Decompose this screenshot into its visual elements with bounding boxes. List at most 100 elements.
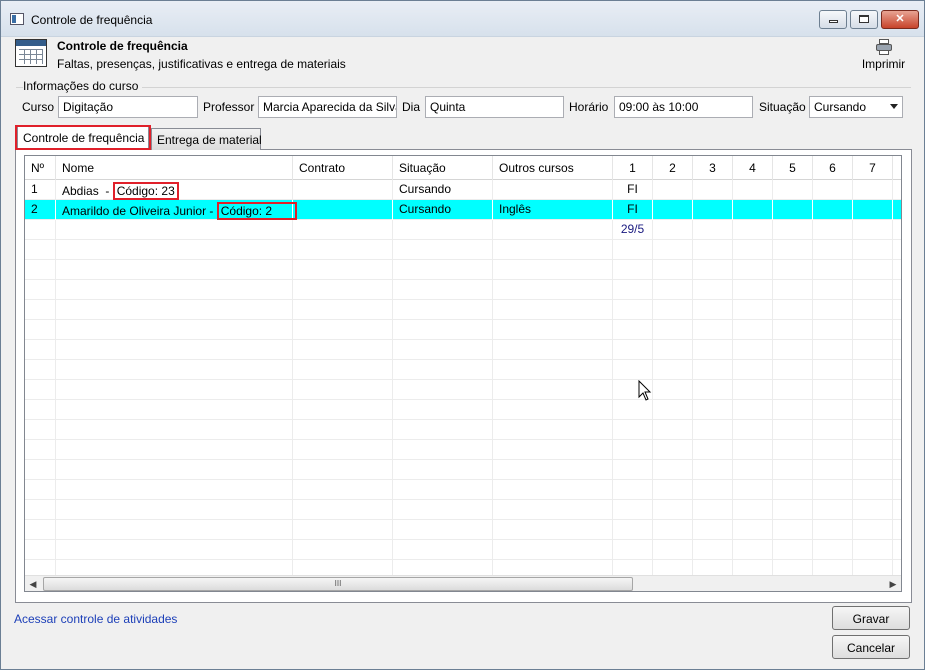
empty-row bbox=[25, 280, 901, 300]
professor-label: Professor bbox=[203, 100, 255, 114]
student-name: Abdias - bbox=[62, 184, 113, 198]
column-header[interactable]: 2 bbox=[653, 156, 693, 180]
student-name-cell[interactable]: Amarildo de Oliveira Junior - Código: 2 bbox=[56, 200, 297, 220]
column-header[interactable]: Nº bbox=[25, 156, 56, 180]
contrato-cell[interactable] bbox=[293, 200, 393, 220]
minimize-icon bbox=[828, 20, 838, 23]
curso-label: Curso bbox=[22, 100, 55, 114]
grid-header: Nº Nome Contrato Situação Outros cursos … bbox=[25, 156, 901, 180]
column-header[interactable]: Outros cursos bbox=[493, 156, 613, 180]
empty-row bbox=[25, 520, 901, 540]
cancel-button[interactable]: Cancelar bbox=[832, 635, 910, 659]
attendance-cell[interactable] bbox=[693, 180, 733, 200]
empty-row bbox=[25, 320, 901, 340]
column-header[interactable]: Contrato bbox=[293, 156, 393, 180]
empty-row bbox=[25, 440, 901, 460]
close-button[interactable]: ✕ bbox=[881, 10, 919, 29]
column-header[interactable]: 6 bbox=[813, 156, 853, 180]
empty-row bbox=[25, 500, 901, 520]
attendance-cell[interactable]: FI bbox=[613, 200, 653, 220]
table-row[interactable]: 1 Abdias - Código: 23 Cursando FI bbox=[25, 180, 901, 200]
empty-row bbox=[25, 460, 901, 480]
title-bar[interactable]: Controle de frequência ✕ bbox=[1, 1, 924, 37]
column-header[interactable]: 4 bbox=[733, 156, 773, 180]
attendance-cell[interactable] bbox=[813, 180, 853, 200]
chevron-down-icon bbox=[890, 104, 898, 109]
app-icon bbox=[10, 13, 24, 25]
attendance-grid[interactable]: Nº Nome Contrato Situação Outros cursos … bbox=[24, 155, 902, 592]
mouse-cursor-icon bbox=[638, 380, 652, 401]
close-icon: ✕ bbox=[895, 13, 905, 25]
attendance-cell[interactable] bbox=[853, 180, 893, 200]
outros-cursos-cell[interactable] bbox=[493, 180, 613, 200]
curso-field[interactable]: Digitação bbox=[58, 96, 198, 118]
situacao-cell[interactable]: Cursando bbox=[393, 200, 493, 220]
atividades-link[interactable]: Acessar controle de atividades bbox=[14, 612, 177, 626]
column-header[interactable]: Nome bbox=[56, 156, 293, 180]
attendance-cell[interactable]: FI bbox=[613, 180, 653, 200]
outros-cursos-cell[interactable]: Inglês bbox=[493, 200, 613, 220]
student-code: Código: 2 bbox=[216, 202, 297, 220]
scroll-left-icon[interactable]: ◀ bbox=[25, 576, 41, 591]
empty-row bbox=[25, 380, 901, 400]
page-title: Controle de frequência bbox=[57, 39, 188, 53]
print-label: Imprimir bbox=[861, 57, 906, 71]
scrollbar-grip: III bbox=[334, 579, 342, 588]
empty-row bbox=[25, 420, 901, 440]
page-subtitle: Faltas, presenças, justificativas e entr… bbox=[57, 57, 346, 71]
window-title: Controle de frequência bbox=[31, 13, 153, 27]
empty-row bbox=[25, 260, 901, 280]
scrollbar-thumb[interactable]: III bbox=[43, 577, 633, 591]
empty-row bbox=[25, 300, 901, 320]
attendance-cell[interactable] bbox=[693, 200, 733, 220]
printer-icon bbox=[875, 39, 892, 55]
attendance-cell[interactable] bbox=[773, 200, 813, 220]
calendar-icon bbox=[15, 39, 47, 67]
contrato-cell[interactable] bbox=[293, 180, 393, 200]
row-number: 2 bbox=[25, 200, 56, 220]
empty-row bbox=[25, 340, 901, 360]
situacao-cell[interactable]: Cursando bbox=[393, 180, 493, 200]
save-button[interactable]: Gravar bbox=[832, 606, 910, 630]
situacao-select[interactable]: Cursando bbox=[809, 96, 903, 118]
empty-row bbox=[25, 480, 901, 500]
student-name: Amarildo de Oliveira Junior - bbox=[62, 204, 217, 218]
professor-field[interactable]: Marcia Aparecida da Silva bbox=[258, 96, 397, 118]
tab-entrega-material[interactable]: Entrega de material bbox=[151, 128, 262, 150]
student-code: Código: 23 bbox=[112, 182, 179, 200]
tab-highlight bbox=[15, 125, 151, 150]
attendance-cell[interactable] bbox=[653, 180, 693, 200]
dia-label: Dia bbox=[402, 100, 421, 114]
row-number: 1 bbox=[25, 180, 56, 200]
print-button[interactable]: Imprimir bbox=[856, 39, 911, 73]
student-name-cell[interactable]: Abdias - Código: 23 bbox=[56, 180, 293, 200]
attendance-cell[interactable] bbox=[733, 200, 773, 220]
scroll-right-icon[interactable]: ▶ bbox=[885, 576, 901, 591]
column-header[interactable]: 3 bbox=[693, 156, 733, 180]
date-cell: 29/5 bbox=[613, 220, 653, 240]
attendance-cell[interactable] bbox=[773, 180, 813, 200]
empty-row bbox=[25, 360, 901, 380]
attendance-cell[interactable] bbox=[813, 200, 853, 220]
horario-field[interactable]: 09:00 às 10:00 bbox=[614, 96, 753, 118]
date-row: 29/5 bbox=[25, 220, 901, 240]
maximize-button[interactable] bbox=[850, 10, 878, 29]
horizontal-scrollbar[interactable]: ◀ III ▶ bbox=[25, 575, 901, 591]
attendance-cell[interactable] bbox=[733, 180, 773, 200]
minimize-button[interactable] bbox=[819, 10, 847, 29]
column-header[interactable]: 5 bbox=[773, 156, 813, 180]
empty-row bbox=[25, 240, 901, 260]
window: Controle de frequência ✕ Controle de fre… bbox=[0, 0, 925, 670]
horario-label: Horário bbox=[569, 100, 609, 114]
column-header[interactable]: 7 bbox=[853, 156, 893, 180]
course-info-title: Informações do curso bbox=[23, 79, 143, 93]
column-header[interactable]: Situação bbox=[393, 156, 493, 180]
attendance-cell[interactable] bbox=[653, 200, 693, 220]
column-header[interactable]: 1 bbox=[613, 156, 653, 180]
table-row[interactable]: 2 Amarildo de Oliveira Junior - Código: … bbox=[25, 200, 901, 220]
empty-row bbox=[25, 400, 901, 420]
attendance-cell[interactable] bbox=[853, 200, 893, 220]
empty-row bbox=[25, 540, 901, 560]
situacao-selected-value: Cursando bbox=[814, 100, 867, 114]
dia-field[interactable]: Quinta bbox=[425, 96, 564, 118]
